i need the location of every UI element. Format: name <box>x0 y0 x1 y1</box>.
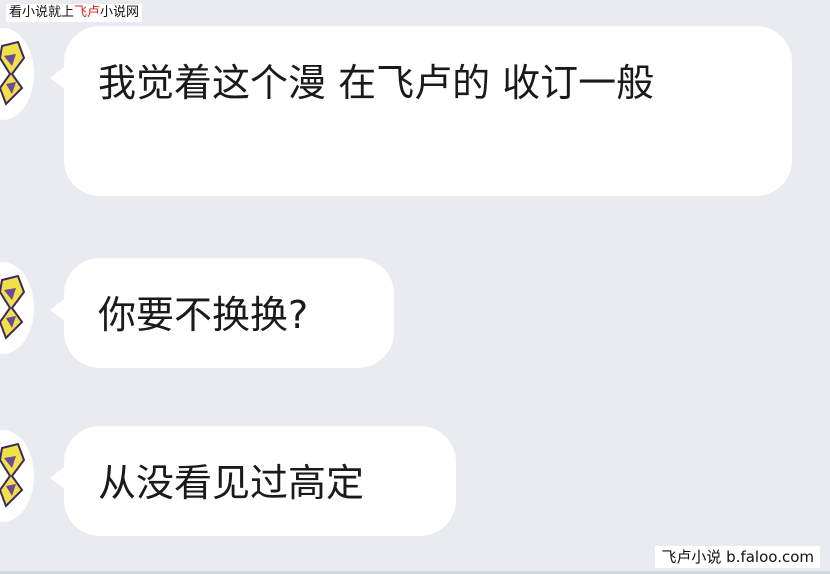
avatar[interactable] <box>0 262 34 354</box>
watermark-site-top: 看小说就上飞卢小说网 <box>6 4 143 22</box>
message-text: 你要不换换? <box>98 293 309 337</box>
avatar[interactable] <box>0 28 34 120</box>
avatar-character-icon <box>0 40 26 106</box>
watermark-brand-accent: 飞卢 <box>74 5 101 20</box>
avatar-character-icon <box>0 274 26 340</box>
watermark-text-2: 小说网 <box>100 5 140 20</box>
chat-message-bubble[interactable]: 从没看见过高定 <box>50 426 456 536</box>
chat-message-bubble[interactable]: 你要不换换? <box>50 258 394 368</box>
avatar[interactable] <box>0 430 34 522</box>
watermark-site-bottom: 飞卢小说 b.faloo.com <box>655 546 820 568</box>
avatar-character-icon <box>0 442 26 508</box>
watermark-text-1: 看小说就上 <box>9 5 75 20</box>
message-text: 我觉着这个漫 在飞卢的 收订一般 <box>98 61 655 105</box>
chat-message-bubble[interactable]: 我觉着这个漫 在飞卢的 收订一般 <box>50 26 792 196</box>
bubble-tail <box>50 296 68 324</box>
message-text: 从没看见过高定 <box>98 461 365 505</box>
bubble-tail <box>50 64 68 92</box>
bubble-tail <box>50 464 68 492</box>
